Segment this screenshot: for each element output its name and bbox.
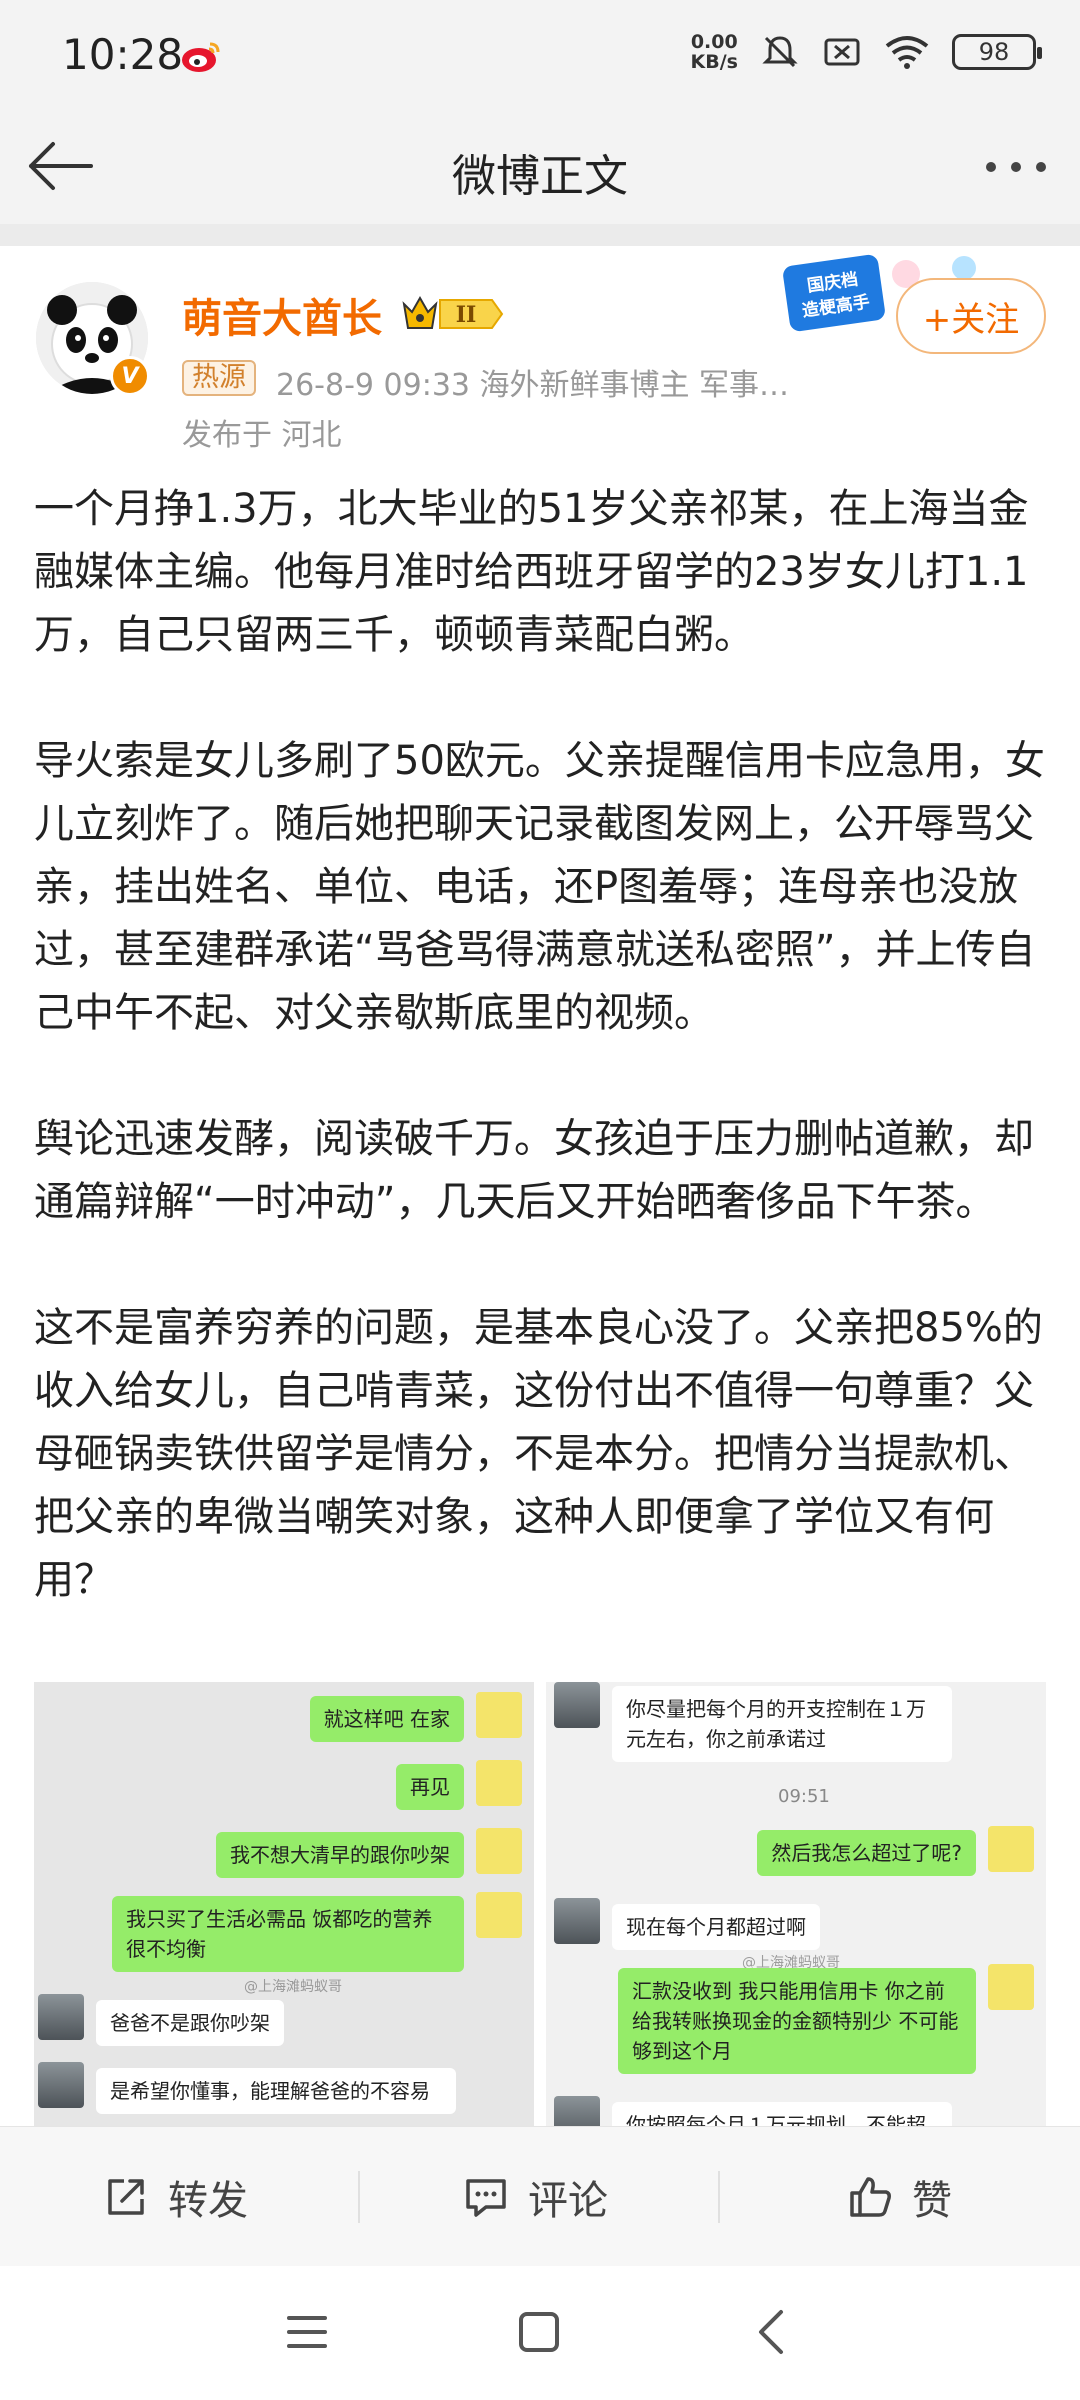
post-paragraph: 导火索是女儿多刷了50欧元。父亲提醒信用卡应急用，女儿立刻炸了。随后她把聊天记录… [34,738,1045,1036]
chat-bubble: 就这样吧 在家 [309,1696,464,1742]
father-avatar-icon [38,2062,84,2108]
status-icons: 0.00 KB/s 98 [691,32,1042,72]
chat-bubble: 我只买了生活必需品 饭都吃的营养很不均衡 [112,1896,464,1972]
user-name[interactable]: 萌音大酋长 [182,286,382,344]
action-separator [358,2171,360,2223]
pikachu-avatar-icon [476,1692,522,1738]
watermark: @上海滩蚂蚁哥 [244,1979,342,1995]
like-label: 赞 [912,2178,952,2224]
weibo-notification-icon [182,42,220,72]
post-paragraph: 舆论迅速发酵，阅读破千万。女孩迫于压力删帖道歉，却通篇辩解“一时冲动”，几天后又… [34,1116,1034,1225]
home-square-icon [519,2312,559,2352]
net-speed: 0.00 KB/s [691,32,738,72]
comment-label: 评论 [528,2178,608,2224]
father-avatar-icon [554,1898,600,1944]
pikachu-avatar-icon [476,1828,522,1874]
chat-bubble: 爸爸不是跟你吵架 [96,2000,284,2046]
chat-bubble: 你尽量把每个月的开支控制在１万元左右，你之前承诺过 [612,1686,952,1762]
status-bar: 10:28 0.00 KB/s 98 [0,0,1080,110]
pikachu-avatar-icon [988,1826,1034,1872]
like-button[interactable]: 赞 [846,2157,952,2237]
menu-icon [287,2316,327,2348]
crown-level-badge-icon[interactable]: II [400,292,508,336]
chat-bubble: 现在每个月都超过啊 [612,1904,820,1950]
page-title: 微博正文 [452,151,628,202]
post-image-2[interactable]: 你尽量把每个月的开支控制在１万元左右，你之前承诺过 09:51 然后我怎么超过了… [546,1682,1046,2126]
post-location: 发布于 河北 [182,418,342,453]
pikachu-avatar-icon [476,1892,522,1938]
recent-apps-button[interactable] [262,2292,352,2372]
chat-time: 09:51 [778,1786,830,1807]
mute-icon [762,36,798,68]
system-nav-bar [0,2266,1080,2400]
father-avatar-icon [38,1994,84,2040]
father-avatar-icon [554,2096,600,2126]
system-back-button[interactable] [726,2292,816,2372]
chat-bubble: 然后我怎么超过了呢? [757,1830,976,1876]
follow-button[interactable]: +关注 [896,278,1046,354]
chat-bubble: 你按照每个月１万元规划，不能超 [612,2102,952,2126]
post-meta: 26-8-9 09:33 海外新鲜事博主 军事… [276,368,790,403]
wifi-icon [885,36,929,69]
home-button[interactable] [494,2292,584,2372]
status-time: 10:28 [62,30,184,79]
post-image-1[interactable]: 就这样吧 在家 再见 我不想大清早的跟你吵架 我只买了生活必需品 饭都吃的营养很… [34,1682,534,2126]
action-separator [718,2171,720,2223]
repost-button[interactable]: 转发 [102,2157,248,2237]
pikachu-avatar-icon [988,1964,1034,2010]
chat-bubble: 我不想大清早的跟你吵架 [216,1832,464,1878]
repost-icon [108,2179,144,2215]
chat-bubble: 是希望你懂事，能理解爸爸的不容易 [96,2068,456,2114]
post-body: 一个月挣1.3万，北大毕业的51岁父亲祁某，在上海当金融媒体主编。他每月准时给西… [34,478,1046,1612]
chat-bubble: 再见 [396,1764,464,1810]
no-sim-icon [824,38,860,66]
comment-button[interactable]: 评论 [462,2157,608,2237]
hot-source-tag[interactable]: 热源 [182,360,256,396]
action-bar: 转发 评论 赞 [0,2126,1080,2266]
verified-badge-icon: V [110,356,150,396]
post-paragraph: 一个月挣1.3万，北大毕业的51岁父亲祁某，在上海当金融媒体主编。他每月准时给西… [34,486,1029,658]
chat-bubble: 汇款没收到 我只能用信用卡 你之前给我转账换现金的金额特别少 不可能够到这个月 [618,1968,976,2074]
chevron-left-icon [759,2310,783,2354]
nav-bar: 微博正文 [0,110,1080,224]
net-speed-unit: KB/s [690,51,738,73]
net-speed-value: 0.00 [690,31,738,53]
more-button[interactable] [976,132,1056,202]
thumbs-up-icon [850,2177,891,2217]
post-paragraph: 这不是富养穷养的问题，是基本良心没了。父亲把85%的收入给女儿，自己啃青菜，这份… [34,1305,1043,1603]
more-dots-icon [986,162,1046,172]
divider [0,224,1080,246]
repost-label: 转发 [168,2178,248,2224]
pikachu-avatar-icon [476,1760,522,1806]
level-badge-text: II [456,302,477,328]
father-avatar-icon [554,1682,600,1728]
battery-indicator: 98 [952,34,1042,70]
comment-icon [466,2179,506,2217]
